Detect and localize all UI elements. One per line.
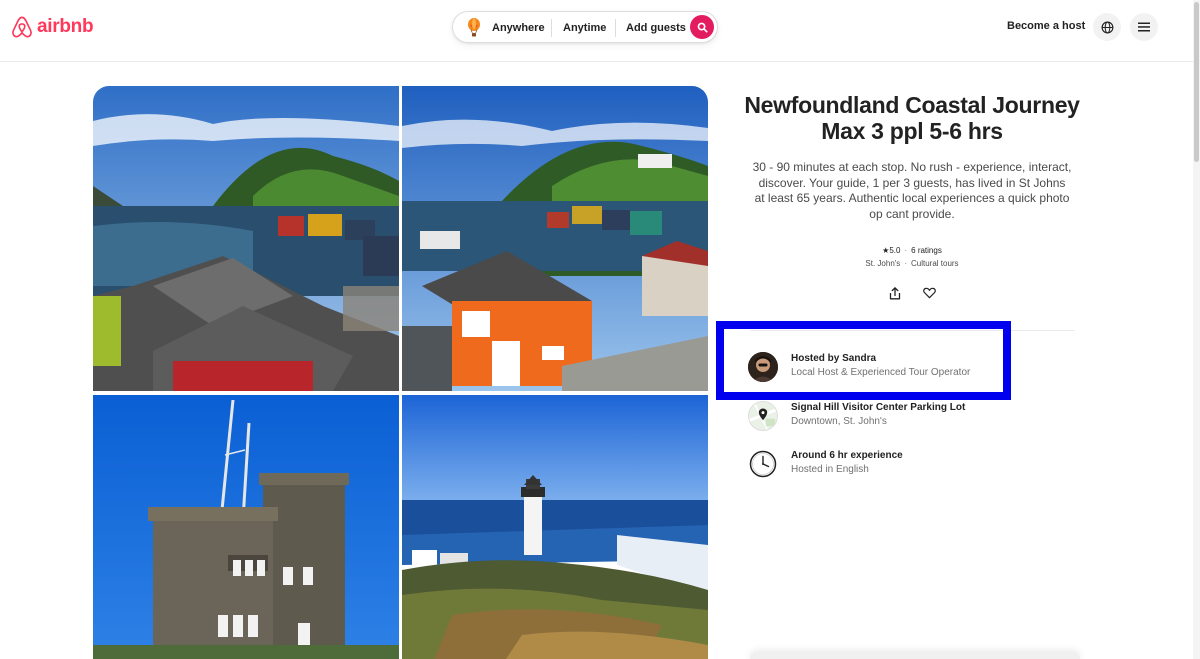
listing-title-line-2: Max 3 ppl 5-6 hrs (821, 118, 1003, 144)
top-nav-bar: airbnb Anywhere Anytime Add guests Becom… (0, 0, 1200, 62)
listing-description: 30 - 90 minutes at each stop. No rush - … (752, 160, 1072, 221)
ratings-count[interactable]: 6 ratings (911, 246, 942, 255)
lighthouse-image (402, 395, 708, 659)
search-anytime[interactable]: Anytime (563, 12, 606, 44)
share-icon (889, 286, 901, 299)
rating-value: ★5.0 (882, 246, 901, 255)
search-divider (551, 19, 552, 37)
hot-air-balloon-icon (468, 18, 480, 37)
brand-name: airbnb (37, 16, 94, 37)
harbour-houses-image (93, 86, 399, 391)
share-button[interactable] (886, 284, 904, 302)
location-category: St. John's · Cultural tours (740, 259, 1084, 268)
booking-card-edge (750, 652, 1080, 659)
clock-face-icon (749, 450, 777, 478)
harbour-houses-photo[interactable] (93, 86, 399, 391)
main-menu-button[interactable] (1130, 13, 1158, 41)
language-text: Hosted in English (791, 464, 869, 475)
search-anywhere[interactable]: Anywhere (492, 12, 545, 44)
search-button[interactable] (690, 15, 714, 39)
search-bar[interactable]: Anywhere Anytime Add guests (452, 11, 718, 43)
meeting-point-area: Downtown, St. John's (791, 416, 887, 427)
duration-text: Around 6 hr experience (791, 450, 903, 461)
orange-shed-harbour-photo[interactable] (402, 86, 708, 391)
cape-spear-lighthouse-photo[interactable] (402, 395, 708, 659)
separator-dot: · (904, 259, 907, 268)
heart-icon (922, 287, 936, 299)
airbnb-logo[interactable]: airbnb (11, 15, 94, 39)
listing-title-line-1: Newfoundland Coastal Journey (744, 92, 1080, 118)
save-to-wishlist-button[interactable] (920, 284, 938, 302)
search-add-guests[interactable]: Add guests (626, 12, 686, 44)
globe-icon (1101, 21, 1113, 33)
clock-icon (748, 449, 778, 479)
search-divider (615, 19, 616, 37)
listing-category[interactable]: Cultural tours (911, 259, 959, 268)
airbnb-belo-icon (12, 16, 32, 38)
map-thumbnail-icon (749, 402, 777, 430)
listing-city[interactable]: St. John's (865, 259, 900, 268)
cabot-tower-photo[interactable] (93, 395, 399, 659)
listing-title: Newfoundland Coastal Journey Max 3 ppl 5… (740, 92, 1084, 144)
scrollbar-thumb[interactable] (1194, 2, 1199, 162)
host-highlight-box (716, 321, 1011, 400)
meeting-point-name[interactable]: Signal Hill Visitor Center Parking Lot (791, 402, 965, 413)
become-a-host-link[interactable]: Become a host (1007, 20, 1085, 32)
rating-summary[interactable]: ★5.0 · 6 ratings (740, 246, 1084, 255)
search-icon (697, 22, 708, 33)
page-scrollbar[interactable] (1193, 0, 1200, 659)
hamburger-menu-icon (1138, 22, 1150, 32)
separator-dot: · (904, 246, 908, 255)
language-button[interactable] (1093, 13, 1121, 41)
orange-shed-image (402, 86, 708, 391)
map-pin-icon (748, 401, 778, 431)
cabot-tower-image (93, 395, 399, 659)
